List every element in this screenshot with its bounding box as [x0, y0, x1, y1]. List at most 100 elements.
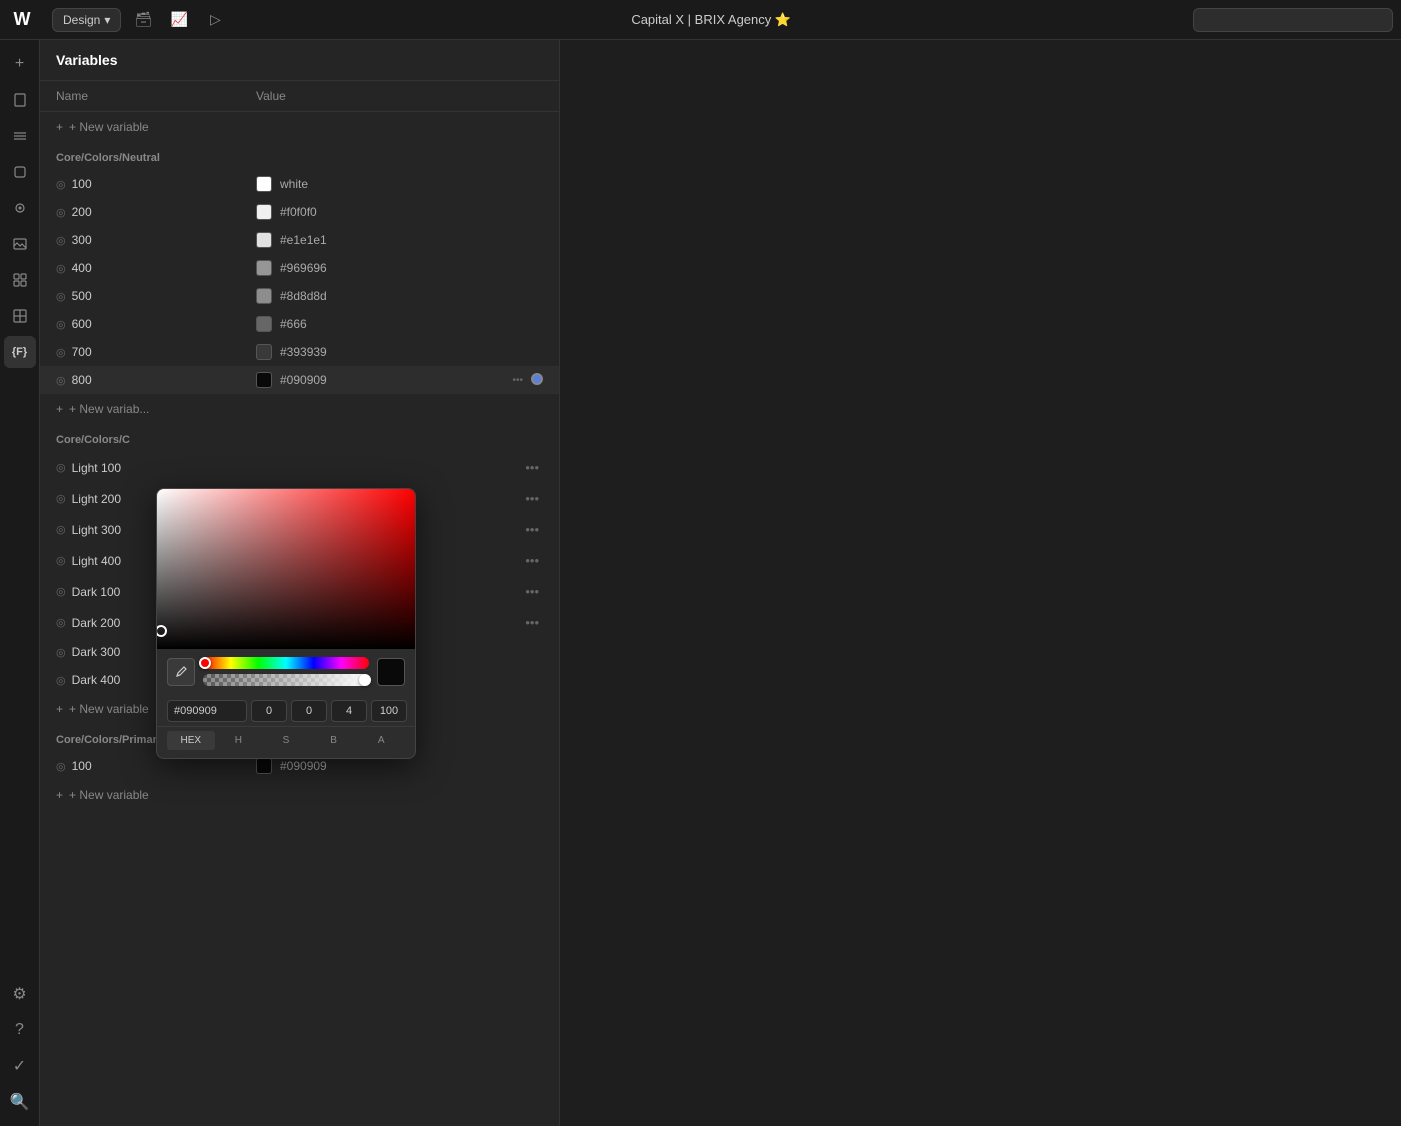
value-text: #090909	[280, 759, 327, 773]
new-variable-button-2[interactable]: + + New variab...	[40, 394, 559, 424]
add-icon[interactable]: +	[4, 48, 36, 80]
play-icon[interactable]: ▷	[201, 6, 229, 34]
search-icon[interactable]: 🔍	[4, 1086, 36, 1118]
table-row[interactable]: ◎ 300 #e1e1e1	[40, 226, 559, 254]
variable-icon: ◎	[56, 492, 66, 505]
group-colors-c: Core/Colors/C	[40, 424, 559, 452]
settings-icon[interactable]: ⚙	[4, 978, 36, 1010]
table-row[interactable]: ◎ 200 #f0f0f0	[40, 198, 559, 226]
panel-title: Variables	[56, 52, 118, 68]
variable-icon: ◎	[56, 760, 66, 773]
value-text: #090909	[280, 373, 327, 387]
search-wrapper: 🔍	[1193, 8, 1393, 32]
plus-icon: +	[56, 402, 63, 416]
more-options-button[interactable]: •••	[508, 373, 527, 388]
box-icon[interactable]	[4, 156, 36, 188]
more-options-button[interactable]: •••	[521, 458, 543, 477]
page-icon[interactable]	[4, 84, 36, 116]
h-channel-input[interactable]	[251, 700, 287, 722]
check-icon[interactable]: ✓	[4, 1050, 36, 1082]
variable-icon: ◎	[56, 585, 66, 598]
hue-slider[interactable]	[203, 657, 369, 669]
color-swatch	[256, 316, 272, 332]
search-input[interactable]	[1193, 8, 1393, 32]
table-row[interactable]: ◎ Light 100 •••	[40, 452, 559, 483]
grid-icon[interactable]	[4, 300, 36, 332]
var-name: ◎ 400	[56, 261, 256, 275]
more-options-button[interactable]: •••	[521, 520, 543, 539]
var-name: ◎ 500	[56, 289, 256, 303]
help-icon[interactable]: ?	[4, 1014, 36, 1046]
value-text: #393939	[280, 345, 327, 359]
table-row[interactable]: ◎ 500 #8d8d8d	[40, 282, 559, 310]
opacity-slider[interactable]	[203, 674, 369, 686]
new-variable-label: + New variab...	[69, 402, 149, 416]
top-bar: W Design ▾ 🗃 📈 ▷ Capital X | BRIX Agency…	[0, 0, 1401, 40]
tab-hex[interactable]: HEX	[167, 731, 215, 750]
var-name: ◎ 300	[56, 233, 256, 247]
var-name: ◎ 200	[56, 205, 256, 219]
variable-icon: ◎	[56, 616, 66, 629]
component-icon[interactable]	[4, 264, 36, 296]
color-values-section	[157, 694, 415, 726]
hex-input[interactable]	[167, 700, 247, 722]
variable-icon: ◎	[56, 674, 66, 687]
opacity-thumb	[359, 674, 371, 686]
new-variable-button-4[interactable]: + + New variable	[40, 780, 559, 810]
variable-icon: ◎	[56, 646, 66, 659]
new-variable-label: + New variable	[69, 702, 149, 716]
var-name-text: Dark 200	[72, 616, 121, 630]
more-options-button[interactable]: •••	[521, 582, 543, 601]
database-icon[interactable]: 🗃	[129, 6, 157, 34]
var-value: #090909	[256, 758, 543, 774]
design-button[interactable]: Design ▾	[52, 8, 121, 32]
tab-s[interactable]: S	[262, 731, 310, 750]
s-channel-input[interactable]	[291, 700, 327, 722]
gradient-area[interactable]	[157, 489, 415, 649]
table-row[interactable]: ◎ 100 white	[40, 170, 559, 198]
tab-a[interactable]: A	[357, 731, 405, 750]
variables-icon[interactable]: {F}	[4, 336, 36, 368]
color-swatch	[256, 232, 272, 248]
variable-icon: ◎	[56, 290, 66, 303]
table-row[interactable]: ◎ 600 #666	[40, 310, 559, 338]
color-swatch	[256, 372, 272, 388]
table-row[interactable]: ◎ 700 #393939	[40, 338, 559, 366]
var-name: ◎ 100	[56, 759, 256, 773]
image-icon[interactable]	[4, 228, 36, 260]
value-column-header: Value	[256, 89, 543, 103]
analytics-icon[interactable]: 📈	[165, 6, 193, 34]
var-name-text: Light 200	[72, 492, 121, 506]
var-name-text: Dark 100	[72, 585, 121, 599]
b-channel-input[interactable]	[331, 700, 367, 722]
eyedropper-button[interactable]	[167, 658, 195, 686]
panel-header: Variables	[40, 40, 559, 81]
style-icon[interactable]	[4, 192, 36, 224]
a-channel-input[interactable]	[371, 700, 407, 722]
var-value: #8d8d8d	[256, 288, 543, 304]
new-variable-button[interactable]: + + New variable	[40, 112, 559, 142]
more-options-button[interactable]: •••	[521, 489, 543, 508]
var-name-text: 100	[72, 177, 92, 191]
more-options-button[interactable]: •••	[521, 613, 543, 632]
icon-rail: + {F} ⚙ ? ✓ 🔍	[0, 40, 40, 1126]
color-swatch	[256, 176, 272, 192]
var-name-text: Light 100	[72, 461, 121, 475]
var-name-text: Dark 300	[72, 645, 121, 659]
var-name-text: 300	[72, 233, 92, 247]
layers-icon[interactable]	[4, 120, 36, 152]
page-title: Capital X | BRIX Agency ⭐	[237, 12, 1185, 28]
var-name: ◎ 700	[56, 345, 256, 359]
var-name-text: 700	[72, 345, 92, 359]
table-row[interactable]: ◎ 400 #969696	[40, 254, 559, 282]
tab-b[interactable]: B	[310, 731, 358, 750]
var-name-text: 500	[72, 289, 92, 303]
gradient-background	[157, 489, 415, 649]
var-name: ◎ 100	[56, 177, 256, 191]
table-row[interactable]: ◎ 800 #090909 •••	[40, 366, 559, 394]
more-options-button[interactable]: •••	[521, 551, 543, 570]
variable-icon: ◎	[56, 318, 66, 331]
tab-h[interactable]: H	[215, 731, 263, 750]
value-text: #f0f0f0	[280, 205, 317, 219]
mode-indicator	[531, 373, 543, 385]
